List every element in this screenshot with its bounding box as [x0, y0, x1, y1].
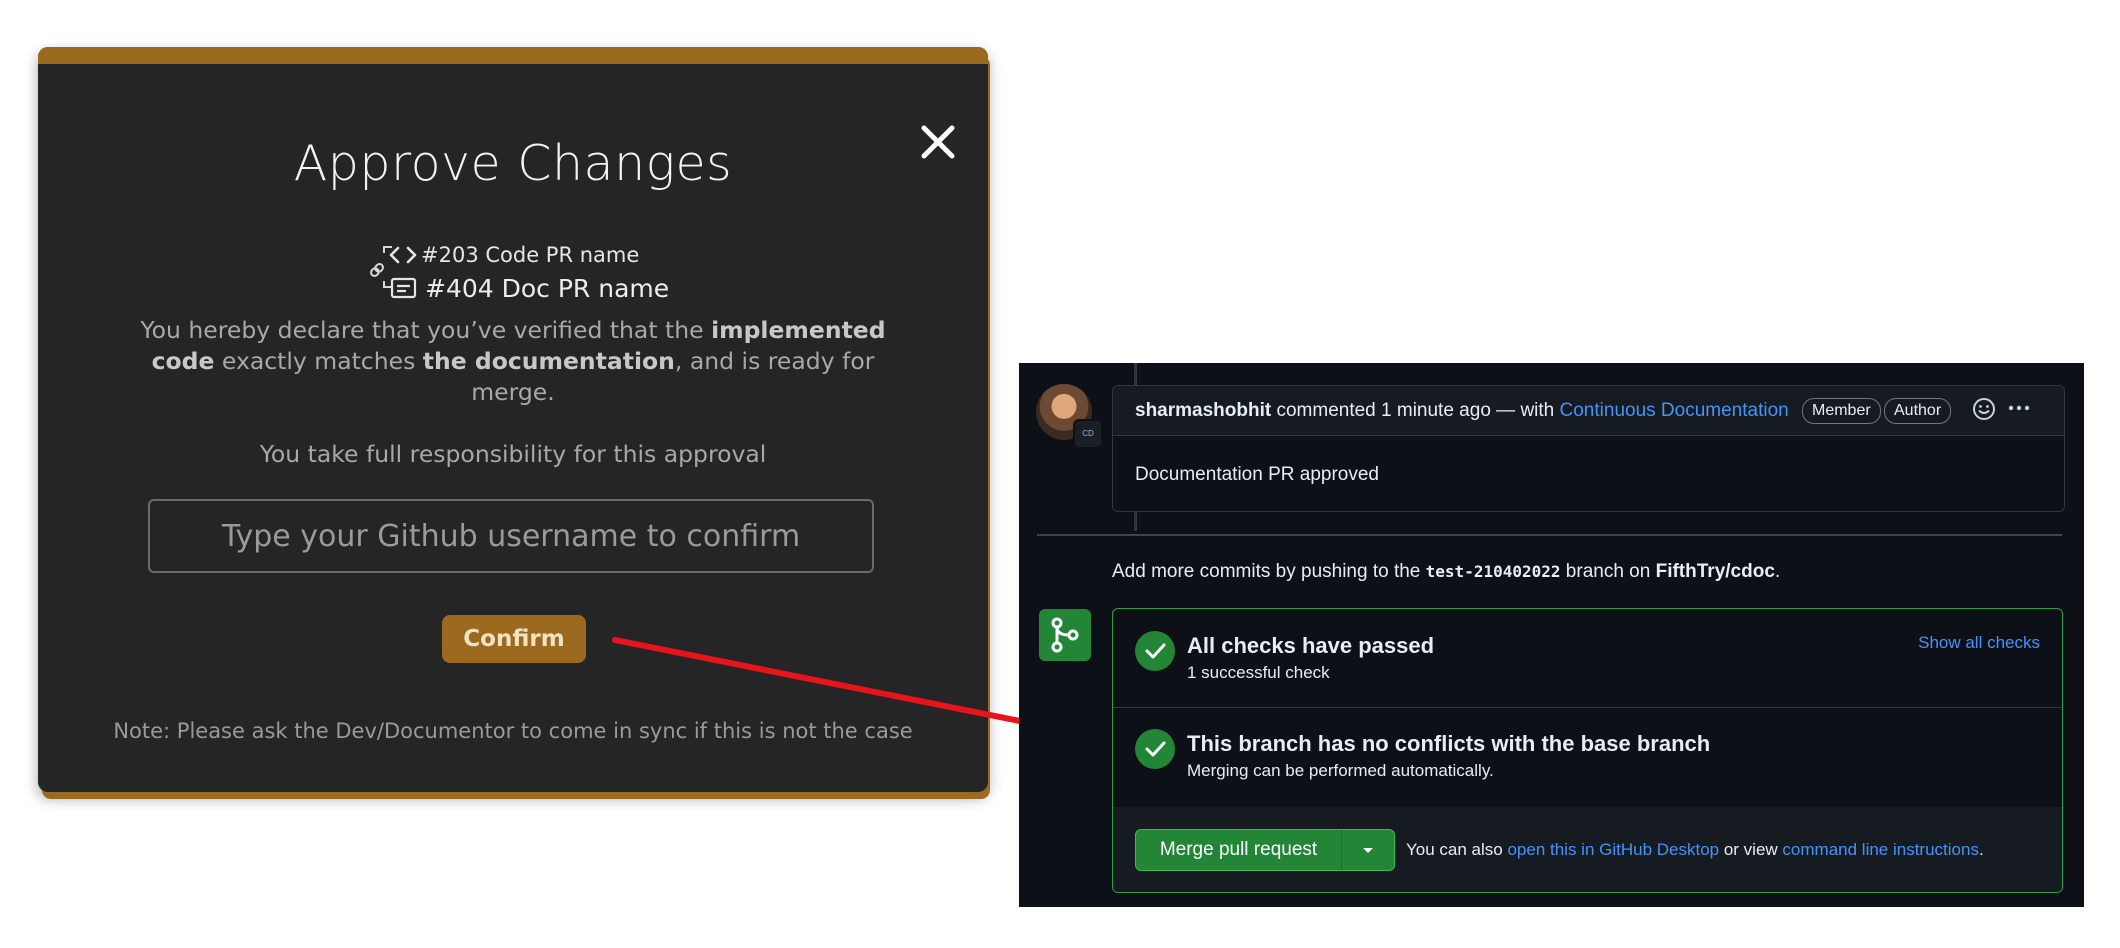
- merge-pull-request-button[interactable]: Merge pull request: [1136, 830, 1341, 870]
- merge-footer: Merge pull request You can also open thi…: [1113, 807, 2062, 892]
- caret-down-icon: [1363, 848, 1373, 853]
- merge-note: You can also open this in GitHub Desktop…: [1406, 840, 1984, 859]
- merge-box: All checks have passed 1 successful chec…: [1112, 608, 2063, 893]
- github-pr-panel: CD sharmashobhit commented 1 minute ago …: [1019, 363, 2084, 907]
- github-desktop-link[interactable]: open this in GitHub Desktop: [1507, 840, 1719, 859]
- member-badge: Member: [1802, 398, 1881, 424]
- command-line-link[interactable]: command line instructions: [1782, 840, 1979, 859]
- app-badge-icon: CD: [1073, 419, 1103, 449]
- comment-body: Documentation PR approved: [1135, 464, 1379, 485]
- confirm-button[interactable]: Confirm: [442, 615, 586, 663]
- smiley-icon[interactable]: [1971, 396, 1997, 422]
- checks-section: All checks have passed 1 successful chec…: [1113, 609, 2062, 708]
- check-icon: [1135, 631, 1175, 671]
- close-icon[interactable]: [918, 122, 958, 162]
- modal-title: Approve Changes: [293, 135, 733, 192]
- add-commits-text: Add more commits by pushing to the test-…: [1112, 561, 1781, 582]
- declaration-text: You hereby declare that you’ve verified …: [140, 316, 886, 406]
- branch-name: test-210402022: [1425, 562, 1561, 581]
- merge-button-group: Merge pull request: [1135, 829, 1395, 871]
- checks-subtitle: 1 successful check: [1187, 663, 1330, 682]
- show-all-checks-link[interactable]: Show all checks: [1918, 633, 2040, 653]
- comment-header: sharmashobhit commented 1 minute ago — w…: [1113, 386, 2064, 436]
- github-username-input[interactable]: [148, 499, 874, 573]
- app-link[interactable]: Continuous Documentation: [1560, 400, 1789, 421]
- repo-name: FifthTry/cdoc: [1655, 561, 1775, 582]
- code-pr-name: #203 Code PR name: [421, 243, 640, 267]
- conflicts-section: This branch has no conflicts with the ba…: [1113, 707, 2062, 808]
- approve-changes-modal: Approve Changes #203 Code PR name #404 D…: [38, 47, 988, 792]
- conflicts-title: This branch has no conflicts with the ba…: [1187, 731, 1711, 756]
- linked-prs: #203 Code PR name #404 Doc PR name: [368, 243, 768, 313]
- document-icon: [390, 277, 417, 299]
- checks-title: All checks have passed: [1187, 633, 1435, 658]
- code-icon: [389, 246, 417, 264]
- doc-pr-name: #404 Doc PR name: [425, 274, 670, 303]
- comment-author[interactable]: sharmashobhit: [1135, 400, 1271, 421]
- comment-box: sharmashobhit commented 1 minute ago — w…: [1112, 385, 2065, 512]
- sync-note: Note: Please ask the Dev/Documentor to c…: [113, 719, 913, 743]
- timeline-divider: [1037, 534, 2062, 536]
- git-merge-icon: [1039, 609, 1091, 661]
- more-options-icon[interactable]: [2005, 394, 2033, 422]
- merge-options-dropdown[interactable]: [1342, 830, 1394, 870]
- author-badge: Author: [1884, 398, 1952, 424]
- responsibility-text: You take full responsibility for this ap…: [259, 440, 767, 468]
- conflicts-subtitle: Merging can be performed automatically.: [1187, 761, 1494, 780]
- check-icon: [1135, 729, 1175, 769]
- comment-meta: sharmashobhit commented 1 minute ago — w…: [1135, 400, 1789, 421]
- modal-accent-bar: [38, 47, 988, 64]
